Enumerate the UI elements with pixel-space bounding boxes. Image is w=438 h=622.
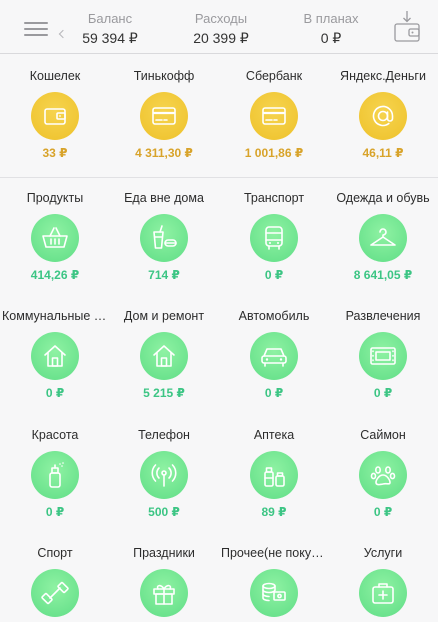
tile-name: Продукты — [26, 191, 84, 205]
category-tile[interactable]: Продукты 414,26 ₽ — [0, 190, 110, 283]
tile-name: Услуги — [363, 546, 403, 560]
bus-icon[interactable] — [250, 214, 298, 262]
expenses-stat[interactable]: Расходы 20 399 ₽ — [166, 11, 276, 48]
category-tile[interactable]: Прочее(не покуп... — [219, 545, 329, 622]
coins-icon[interactable] — [250, 569, 298, 617]
house-icon[interactable] — [140, 332, 188, 380]
first-aid-icon[interactable] — [359, 569, 407, 617]
tile-name: Сбербанк — [245, 69, 303, 83]
tile-amount: 0 ₽ — [373, 505, 393, 519]
category-tile[interactable]: Транспорт 0 ₽ — [219, 190, 329, 283]
balance-stat[interactable]: Баланс 59 394 ₽ — [55, 11, 165, 48]
tile-name: Одежда и обувь — [336, 191, 430, 205]
tile-amount: 414,26 ₽ — [30, 268, 80, 282]
balance-value: 59 394 ₽ — [82, 30, 138, 46]
account-tile[interactable]: Яндекс.Деньги 46,11 ₽ — [328, 68, 438, 161]
category-tile[interactable]: Еда вне дома 714 ₽ — [109, 190, 219, 283]
tile-name: Праздники — [133, 546, 195, 560]
account-tile[interactable]: Тинькофф 4 311,30 ₽ — [109, 68, 219, 161]
at-sign-icon[interactable] — [359, 92, 407, 140]
tile-name: Дом и ремонт — [123, 309, 205, 323]
tile-amount: 1 001,86 ₽ — [244, 146, 304, 160]
tile-name: Саймон — [360, 428, 406, 442]
balance-label: Баланс — [87, 11, 133, 26]
car-icon[interactable] — [250, 332, 298, 380]
category-tile[interactable]: Праздники — [109, 545, 219, 622]
wallet-download-icon[interactable] — [392, 10, 422, 44]
tile-amount: 0 ₽ — [264, 386, 284, 400]
tile-name: Еда вне дома — [124, 191, 204, 205]
tile-amount: 0 ₽ — [45, 505, 65, 519]
category-tile[interactable]: Автомобиль 0 ₽ — [219, 308, 329, 401]
tile-name: Транспорт — [243, 191, 305, 205]
gift-icon[interactable] — [140, 569, 188, 617]
paw-icon[interactable] — [359, 451, 407, 499]
category-tile[interactable]: Одежда и обувь 8 641,05 ₽ — [328, 190, 438, 283]
tile-amount: 0 ₽ — [264, 268, 284, 282]
tile-amount: 714 ₽ — [148, 268, 180, 282]
tile-name: Аптека — [253, 428, 295, 442]
tile-amount: 500 ₽ — [148, 505, 180, 519]
category-tile[interactable]: Красота 0 ₽ — [0, 427, 110, 520]
tile-name: Тинькофф — [133, 69, 195, 83]
film-icon[interactable] — [359, 332, 407, 380]
dumbbell-icon[interactable] — [31, 569, 79, 617]
tile-amount: 89 ₽ — [261, 505, 287, 519]
tile-amount: 8 641,05 ₽ — [353, 268, 413, 282]
tile-amount: 0 ₽ — [373, 386, 393, 400]
card-icon[interactable] — [140, 92, 188, 140]
tile-amount: 33 ₽ — [42, 146, 68, 160]
category-tile[interactable]: Аптека 89 ₽ — [219, 427, 329, 520]
category-tile[interactable]: Спорт — [0, 545, 110, 622]
spray-bottle-icon[interactable] — [31, 451, 79, 499]
tile-name: Развлечения — [345, 309, 421, 323]
tile-amount: 46,11 ₽ — [362, 146, 404, 160]
tile-name: Яндекс.Деньги — [340, 69, 426, 83]
food-icon[interactable] — [140, 214, 188, 262]
basket-icon[interactable] — [31, 214, 79, 262]
tile-name: Спорт — [37, 546, 73, 560]
category-tile[interactable]: Телефон 500 ₽ — [109, 427, 219, 520]
expenses-label: Расходы — [194, 11, 248, 26]
tile-name: Телефон — [138, 428, 190, 442]
antenna-icon[interactable] — [140, 451, 188, 499]
tile-name: Красота — [31, 428, 79, 442]
hanger-icon[interactable] — [359, 214, 407, 262]
expenses-value: 20 399 ₽ — [193, 30, 249, 46]
planned-stat[interactable]: В планах 0 ₽ — [276, 11, 386, 48]
category-tile[interactable]: Дом и ремонт 5 215 ₽ — [109, 308, 219, 401]
section-divider — [0, 177, 438, 178]
planned-value: 0 ₽ — [320, 30, 342, 46]
tile-name: Прочее(не покуп... — [221, 546, 329, 560]
planned-label: В планах — [303, 11, 359, 26]
tile-amount: 4 311,30 ₽ — [135, 146, 193, 160]
medicine-icon[interactable] — [250, 451, 298, 499]
hamburger-icon[interactable] — [24, 22, 48, 36]
tile-name: Кошелек — [29, 69, 81, 83]
account-tile[interactable]: Сбербанк 1 001,86 ₽ — [219, 68, 329, 161]
tile-amount: 0 ₽ — [45, 386, 65, 400]
category-tile[interactable]: Услуги — [328, 545, 438, 622]
top-bar: Баланс 59 394 ₽ Расходы 20 399 ₽ В плана… — [0, 0, 438, 54]
category-tile[interactable]: Коммунальные у... 0 ₽ — [0, 308, 110, 401]
card-icon[interactable] — [250, 92, 298, 140]
tile-name: Автомобиль — [238, 309, 310, 323]
category-tile[interactable]: Развлечения 0 ₽ — [328, 308, 438, 401]
tile-name: Коммунальные у... — [2, 309, 110, 323]
tile-amount: 5 215 ₽ — [143, 386, 185, 400]
house-icon[interactable] — [31, 332, 79, 380]
category-tile[interactable]: Саймон 0 ₽ — [328, 427, 438, 520]
wallet-icon[interactable] — [31, 92, 79, 140]
account-tile[interactable]: Кошелек 33 ₽ — [0, 68, 110, 161]
